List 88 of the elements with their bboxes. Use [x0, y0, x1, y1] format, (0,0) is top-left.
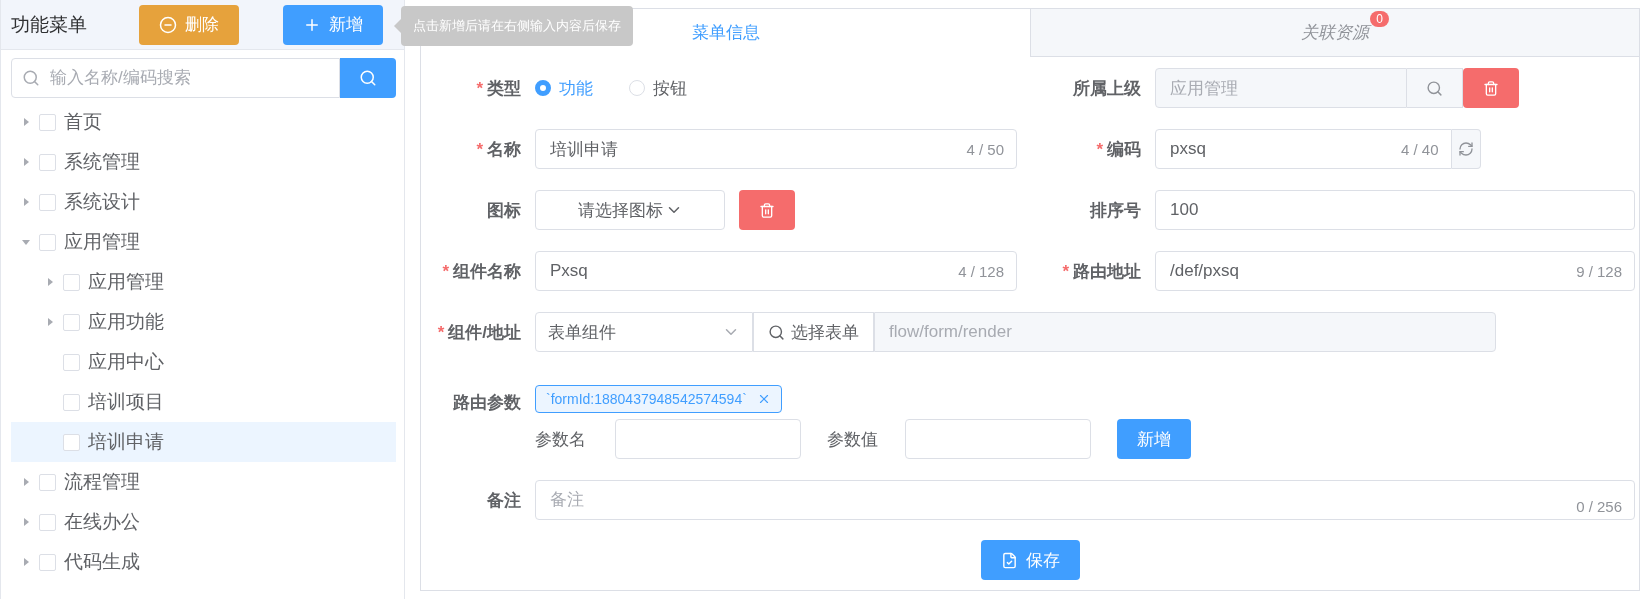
char-counter: 0 / 256: [1576, 498, 1622, 515]
tree-item[interactable]: 系统管理: [11, 142, 396, 182]
caret-icon[interactable]: [21, 117, 31, 127]
checkbox[interactable]: [63, 433, 80, 451]
field-label: 路由参数: [452, 392, 521, 414]
trash-icon: [1483, 79, 1499, 97]
field-label: 图标: [486, 199, 521, 222]
field-label: * 类型: [475, 77, 521, 100]
field-label: * 组件名称: [441, 260, 521, 283]
search-icon: [1426, 79, 1443, 97]
search-icon: [22, 69, 40, 87]
checkbox[interactable]: [63, 393, 80, 411]
text-field[interactable]: Pxsq 4 / 128: [535, 251, 1017, 291]
checkbox[interactable]: [63, 353, 80, 371]
checkbox[interactable]: [39, 153, 56, 171]
caret-icon[interactable]: [21, 237, 31, 247]
tree-item[interactable]: 应用管理: [11, 262, 396, 302]
field-label: * 编码: [1095, 138, 1141, 161]
text-field[interactable]: 100: [1155, 190, 1635, 230]
checkbox[interactable]: [39, 513, 56, 531]
remark-textarea[interactable]: 备注 0 / 256: [535, 480, 1635, 520]
input-text[interactable]: pxsq: [1168, 138, 1393, 160]
checkbox[interactable]: [63, 313, 80, 331]
input-text[interactable]: 100: [1168, 199, 1622, 221]
char-counter: 4 / 50: [966, 140, 1004, 158]
icon-select[interactable]: 请选择图标: [535, 190, 725, 230]
checkbox[interactable]: [39, 113, 56, 131]
checkbox[interactable]: [39, 233, 56, 251]
caret-icon[interactable]: [21, 477, 31, 487]
delete-button[interactable]: [1463, 68, 1519, 108]
field-label: 所属上级: [1072, 77, 1141, 100]
search-button[interactable]: [1407, 68, 1463, 108]
field-label: * 名称: [475, 138, 521, 161]
tree-item[interactable]: 首页: [11, 102, 396, 142]
tree-item[interactable]: 应用中心: [11, 342, 396, 382]
radio-option[interactable]: 按钮: [629, 76, 687, 100]
param-value-field[interactable]: [905, 419, 1091, 459]
caret-icon[interactable]: [21, 197, 31, 207]
field-label: 备注: [486, 489, 521, 512]
caret-icon[interactable]: [21, 557, 31, 567]
caret-icon[interactable]: [21, 157, 31, 167]
field-label: * 组件/地址: [436, 321, 521, 344]
tree-item[interactable]: 应用管理: [11, 222, 396, 262]
caret-icon[interactable]: [21, 517, 31, 527]
input-text[interactable]: 输入名称/编码搜索: [48, 67, 329, 89]
search-icon: [359, 69, 377, 87]
search-button[interactable]: [340, 58, 396, 98]
file-check-icon: [1000, 551, 1018, 569]
field-label: * 路由地址: [1061, 260, 1141, 283]
char-counter: 4 / 40: [1401, 140, 1439, 158]
text-field[interactable]: 培训申请 4 / 50: [535, 129, 1017, 169]
tree-item[interactable]: 在线办公: [11, 502, 396, 542]
text-field[interactable]: /def/pxsq 9 / 128: [1155, 251, 1635, 291]
field-label: 排序号: [1088, 199, 1141, 222]
search-field[interactable]: 输入名称/编码搜索: [11, 58, 340, 98]
refresh-icon: [1457, 141, 1474, 157]
refresh-button[interactable]: [1451, 129, 1481, 169]
caret-icon[interactable]: [45, 277, 55, 287]
tree-item[interactable]: 系统设计: [11, 182, 396, 222]
param-name-field[interactable]: [615, 419, 801, 459]
trash-icon: [759, 201, 775, 219]
char-counter: 4 / 128: [958, 262, 1004, 280]
input-text[interactable]: Pxsq: [548, 260, 951, 282]
tree-item[interactable]: 应用功能: [11, 302, 396, 342]
select-form-button[interactable]: 选择表单: [753, 312, 874, 352]
sidebar-title: 功能菜单: [11, 12, 88, 37]
delete-button[interactable]: [739, 190, 795, 230]
tree-item[interactable]: 培训项目: [11, 382, 396, 422]
field-label: 参数值: [827, 428, 879, 451]
input-text[interactable]: /def/pxsq: [1168, 260, 1569, 282]
input-text[interactable]: 培训申请: [548, 138, 959, 160]
char-counter: 9 / 128: [1576, 262, 1622, 280]
checkbox[interactable]: [39, 193, 56, 211]
checkbox[interactable]: [39, 553, 56, 571]
tree-item[interactable]: 流程管理: [11, 462, 396, 502]
tree-item[interactable]: 培训申请: [11, 422, 396, 462]
text-field[interactable]: pxsq 4 / 40: [1155, 129, 1452, 169]
checkbox[interactable]: [39, 473, 56, 491]
field-label: 参数名: [535, 428, 587, 451]
checkbox[interactable]: [63, 273, 80, 291]
select-field[interactable]: 表单组件: [535, 312, 753, 352]
param-tag: `formId:1880437948542574594`: [535, 385, 782, 413]
search-icon: [768, 323, 785, 341]
count-badge: 0: [1370, 11, 1389, 27]
caret-icon[interactable]: [45, 317, 55, 327]
minus-circle-icon: [159, 15, 177, 34]
tree-item[interactable]: 代码生成: [11, 542, 396, 582]
input-text[interactable]: 备注: [548, 489, 1569, 511]
